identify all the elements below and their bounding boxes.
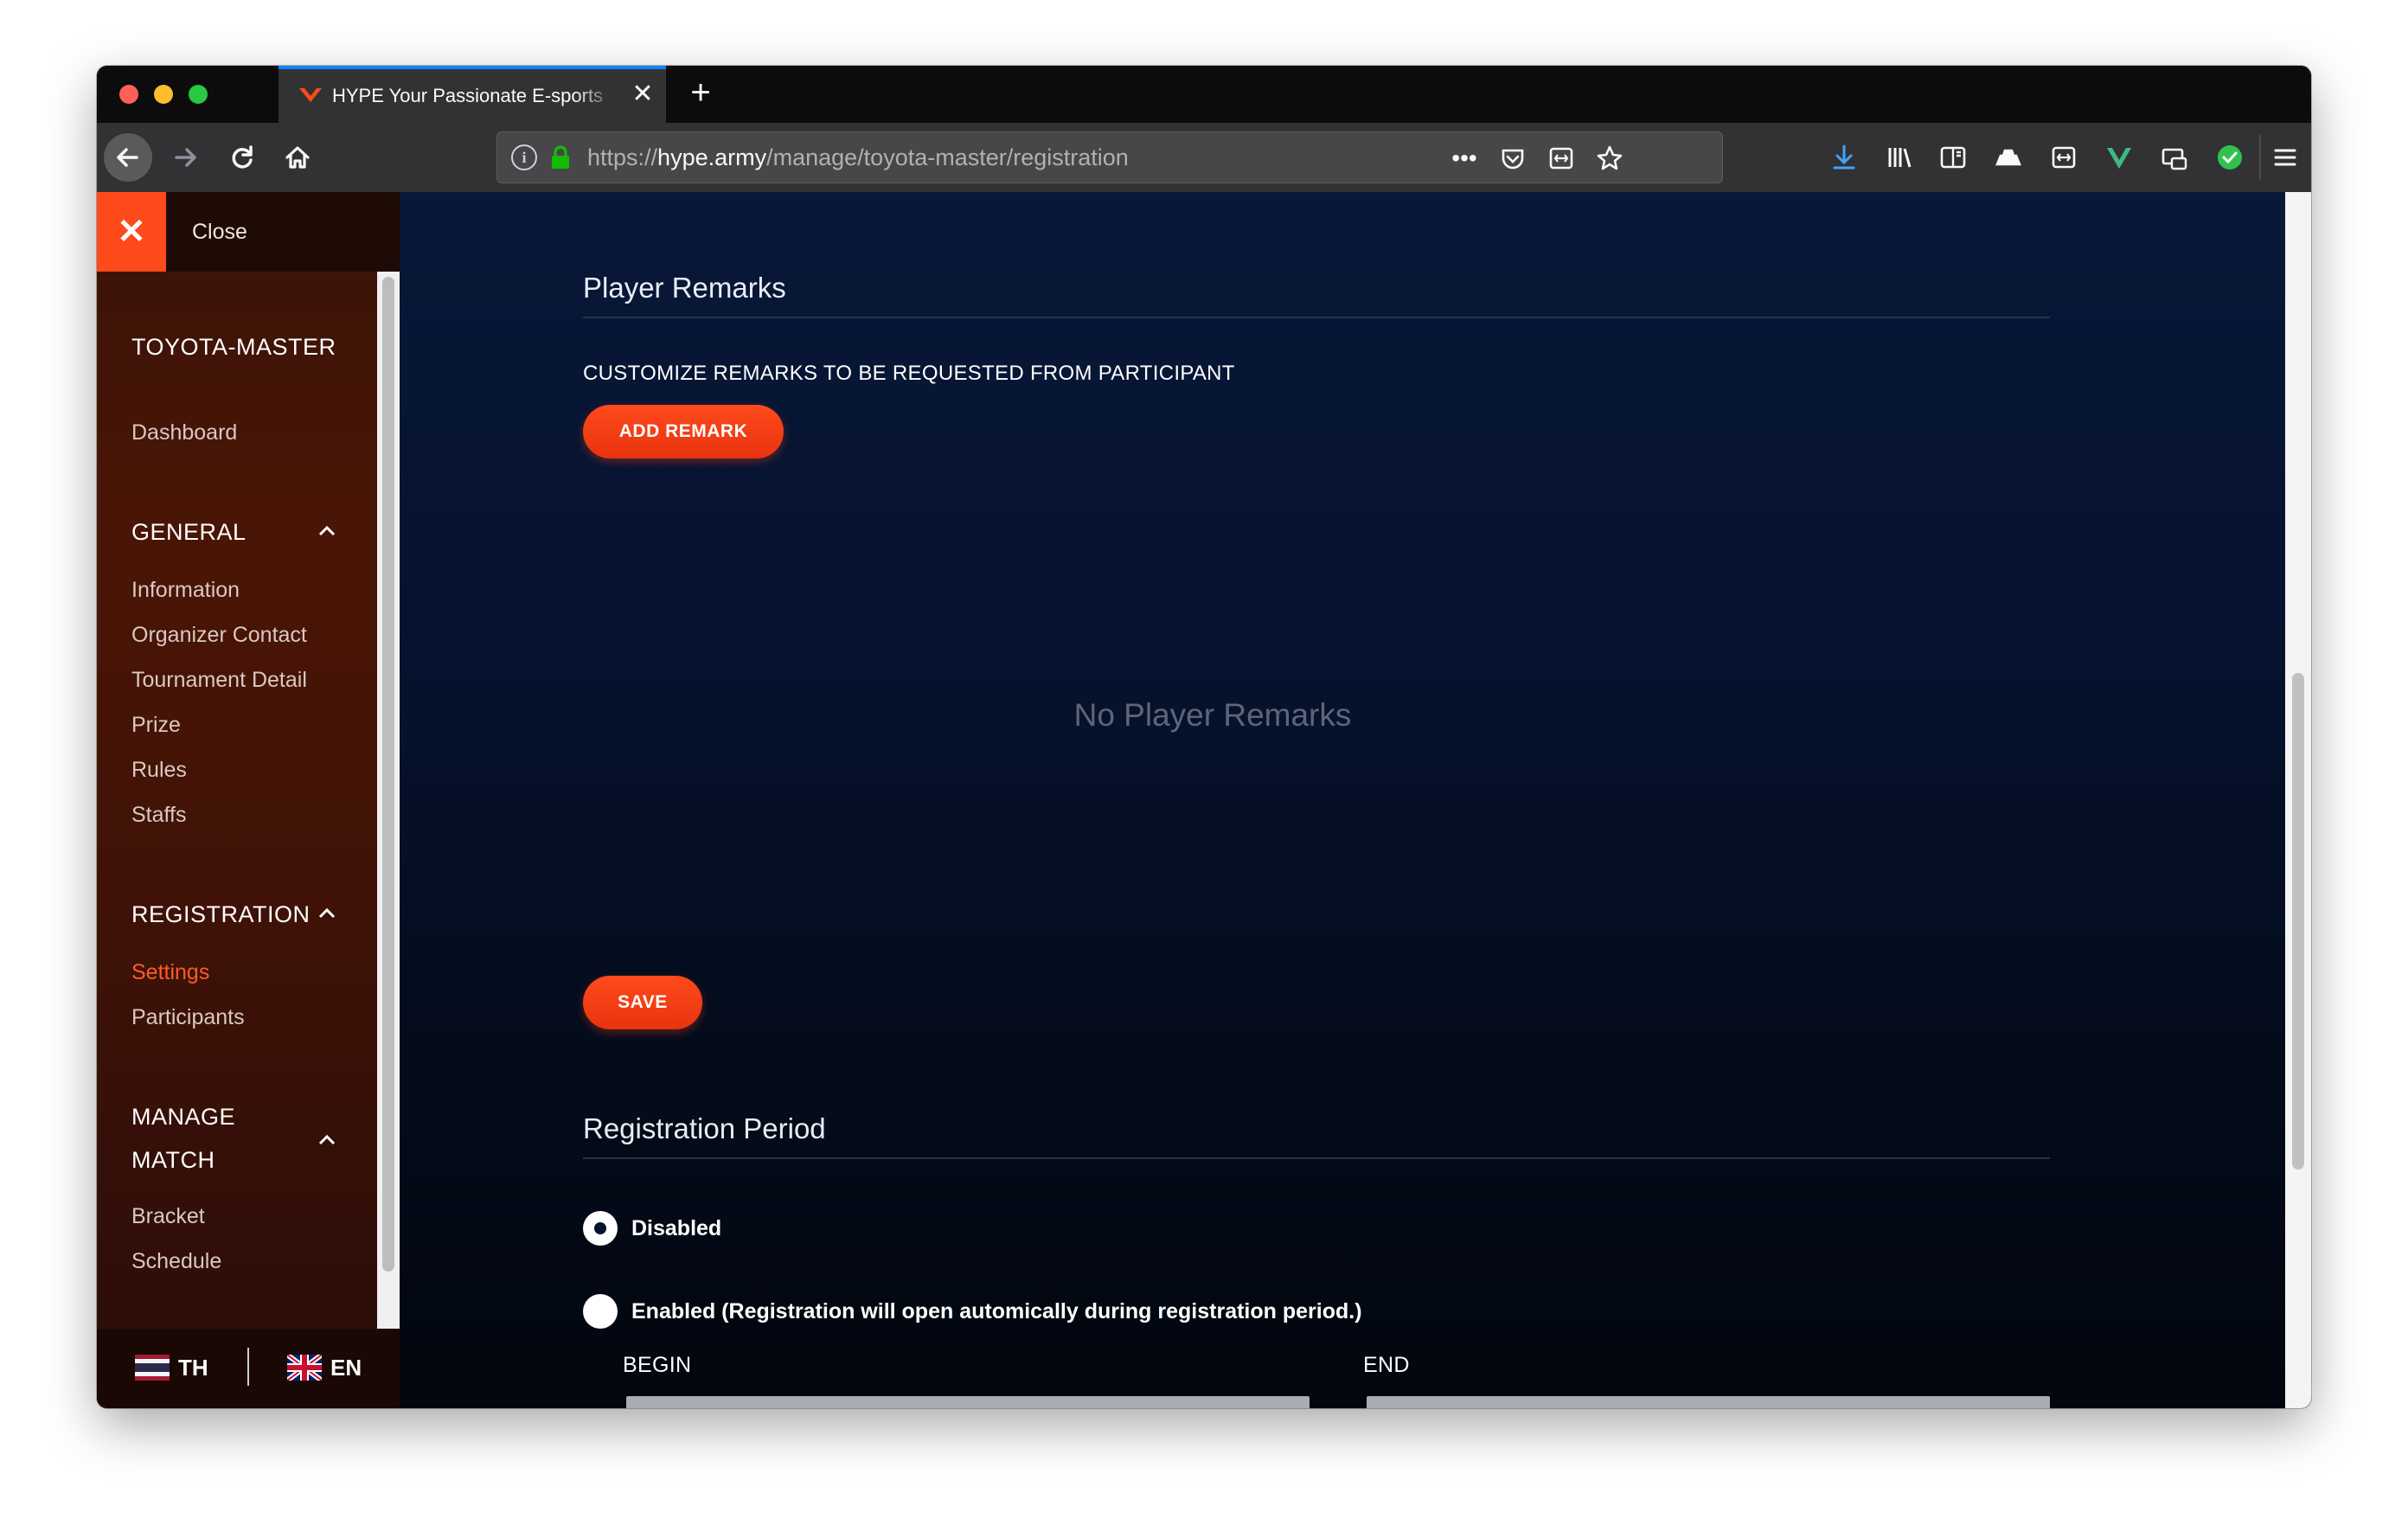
- url-scheme: https://: [587, 144, 658, 170]
- sidebar: ✕ Close TOYOTA-MASTER Dashboard GENERAL …: [97, 192, 400, 1408]
- reload-icon: [232, 145, 253, 169]
- close-icon[interactable]: ✕: [97, 192, 166, 272]
- pocket-icon[interactable]: [1495, 141, 1530, 176]
- radio-button-unselected[interactable]: [583, 1294, 618, 1329]
- check-icon[interactable]: [2213, 140, 2247, 175]
- sidebar-item-participants[interactable]: Participants: [131, 1005, 245, 1030]
- save-button[interactable]: SAVE: [583, 976, 702, 1029]
- main-scrollbar-thumb[interactable]: [2292, 673, 2304, 1170]
- chevron-up-icon[interactable]: [317, 1130, 337, 1150]
- browser-tab-active[interactable]: HYPE Your Passionate E-sports ✕: [279, 66, 666, 123]
- end-label: END: [1363, 1353, 1410, 1377]
- begin-label: BEGIN: [623, 1353, 692, 1377]
- main-scrollbar[interactable]: [2285, 192, 2311, 1408]
- sidebar-item-rules[interactable]: Rules: [131, 758, 187, 783]
- sidebar-scrollbar[interactable]: [377, 272, 400, 1329]
- library-icon[interactable]: [1882, 140, 1917, 175]
- chevron-up-icon[interactable]: [317, 903, 337, 924]
- sidebar-item-bracket[interactable]: Bracket: [131, 1204, 205, 1229]
- vue-devtools-icon[interactable]: [2102, 140, 2136, 175]
- sidebar-item-tournament-detail[interactable]: Tournament Detail: [131, 668, 307, 693]
- reader-view-icon[interactable]: [1544, 141, 1579, 176]
- sidebar-item-information[interactable]: Information: [131, 578, 240, 603]
- sidebar-heading-general[interactable]: GENERAL: [131, 519, 247, 546]
- window-minimize-button[interactable]: [154, 85, 173, 104]
- browser-window: HYPE Your Passionate E-sports ✕ + i http…: [97, 66, 2311, 1408]
- home-icon: [285, 146, 310, 169]
- sidebar-scrollbar-thumb[interactable]: [382, 277, 394, 1272]
- chevron-up-icon[interactable]: [317, 521, 337, 542]
- language-divider: [247, 1348, 249, 1386]
- radio-disabled-label[interactable]: Disabled: [631, 1216, 721, 1241]
- sidebar-item-staffs[interactable]: Staffs: [131, 803, 186, 828]
- close-label[interactable]: Close: [192, 220, 247, 245]
- language-switcher: TH EN: [97, 1329, 400, 1408]
- sidebar-icon[interactable]: [1936, 140, 1970, 175]
- main-content: Player Remarks CUSTOMIZE REMARKS TO BE R…: [400, 192, 2311, 1408]
- forward-button[interactable]: [161, 133, 209, 182]
- radio-button-selected[interactable]: [583, 1211, 618, 1246]
- inbox-icon[interactable]: [2157, 140, 2192, 175]
- extension-icon[interactable]: [1991, 140, 2026, 175]
- window-zoom-button[interactable]: [189, 85, 208, 104]
- sidebar-heading-manage[interactable]: MANAGE: [131, 1104, 235, 1131]
- remarks-instruction: CUSTOMIZE REMARKS TO BE REQUESTED FROM P…: [583, 362, 1235, 385]
- section-divider: [583, 317, 2050, 318]
- empty-remarks-text: No Player Remarks: [1073, 697, 1352, 733]
- new-tab-icon[interactable]: +: [682, 74, 720, 112]
- arrow-left-icon: [117, 148, 138, 167]
- language-en[interactable]: EN: [330, 1355, 362, 1381]
- url-path: /manage/toyota-master/registration: [766, 144, 1129, 170]
- project-title: TOYOTA-MASTER: [131, 334, 336, 360]
- section-divider: [583, 1157, 2050, 1159]
- navigation-toolbar: i https://hype.army/manage/toyota-master…: [97, 123, 2311, 192]
- end-date-input[interactable]: [1367, 1396, 2050, 1408]
- sidebar-item-settings[interactable]: Settings: [131, 960, 209, 985]
- registration-period-title: Registration Period: [583, 1112, 826, 1144]
- window-close-button[interactable]: [119, 85, 138, 104]
- page-content: ✕ Close TOYOTA-MASTER Dashboard GENERAL …: [97, 192, 2311, 1408]
- bookmark-star-icon[interactable]: [1592, 141, 1627, 176]
- tab-title: HYPE Your Passionate E-sports: [332, 85, 604, 106]
- home-button[interactable]: [273, 133, 322, 182]
- toolbar-divider: [2259, 135, 2261, 180]
- lock-icon: [552, 145, 569, 169]
- arrow-right-icon: [175, 148, 196, 167]
- radio-selected-dot: [594, 1222, 606, 1234]
- sidebar-item-prize[interactable]: Prize: [131, 713, 181, 738]
- back-button[interactable]: [104, 133, 152, 182]
- language-th[interactable]: TH: [178, 1355, 208, 1381]
- url-host: hype.army: [657, 144, 767, 170]
- sidebar-item-dashboard[interactable]: Dashboard: [131, 420, 237, 445]
- sidebar-heading-registration[interactable]: REGISTRATION: [131, 901, 311, 928]
- reload-button[interactable]: [218, 133, 266, 182]
- url-text[interactable]: https://hype.army/manage/toyota-master/r…: [587, 144, 1129, 171]
- uk-flag-icon[interactable]: [287, 1355, 322, 1381]
- thai-flag-icon[interactable]: [135, 1355, 170, 1381]
- radio-enabled-label[interactable]: Enabled (Registration will open automica…: [631, 1299, 1362, 1324]
- hype-logo-icon: [299, 88, 322, 102]
- sidebar-close-row[interactable]: ✕ Close: [97, 192, 400, 272]
- tab-bar: HYPE Your Passionate E-sports ✕ +: [97, 66, 2311, 123]
- address-bar[interactable]: i https://hype.army/manage/toyota-master…: [496, 131, 1723, 183]
- page-actions-icon[interactable]: •••: [1447, 141, 1482, 176]
- sidebar-heading-match[interactable]: MATCH: [131, 1147, 215, 1174]
- sidebar-item-organizer-contact[interactable]: Organizer Contact: [131, 623, 307, 648]
- tab-close-icon[interactable]: ✕: [628, 80, 657, 109]
- screenshot-icon[interactable]: [2046, 140, 2081, 175]
- add-remark-button[interactable]: ADD REMARK: [583, 405, 784, 458]
- sidebar-item-schedule[interactable]: Schedule: [131, 1249, 221, 1274]
- menu-icon[interactable]: [2268, 140, 2302, 175]
- info-icon[interactable]: i: [511, 144, 537, 170]
- download-icon[interactable]: [1827, 140, 1861, 175]
- player-remarks-title: Player Remarks: [583, 272, 786, 304]
- begin-date-input[interactable]: [626, 1396, 1310, 1408]
